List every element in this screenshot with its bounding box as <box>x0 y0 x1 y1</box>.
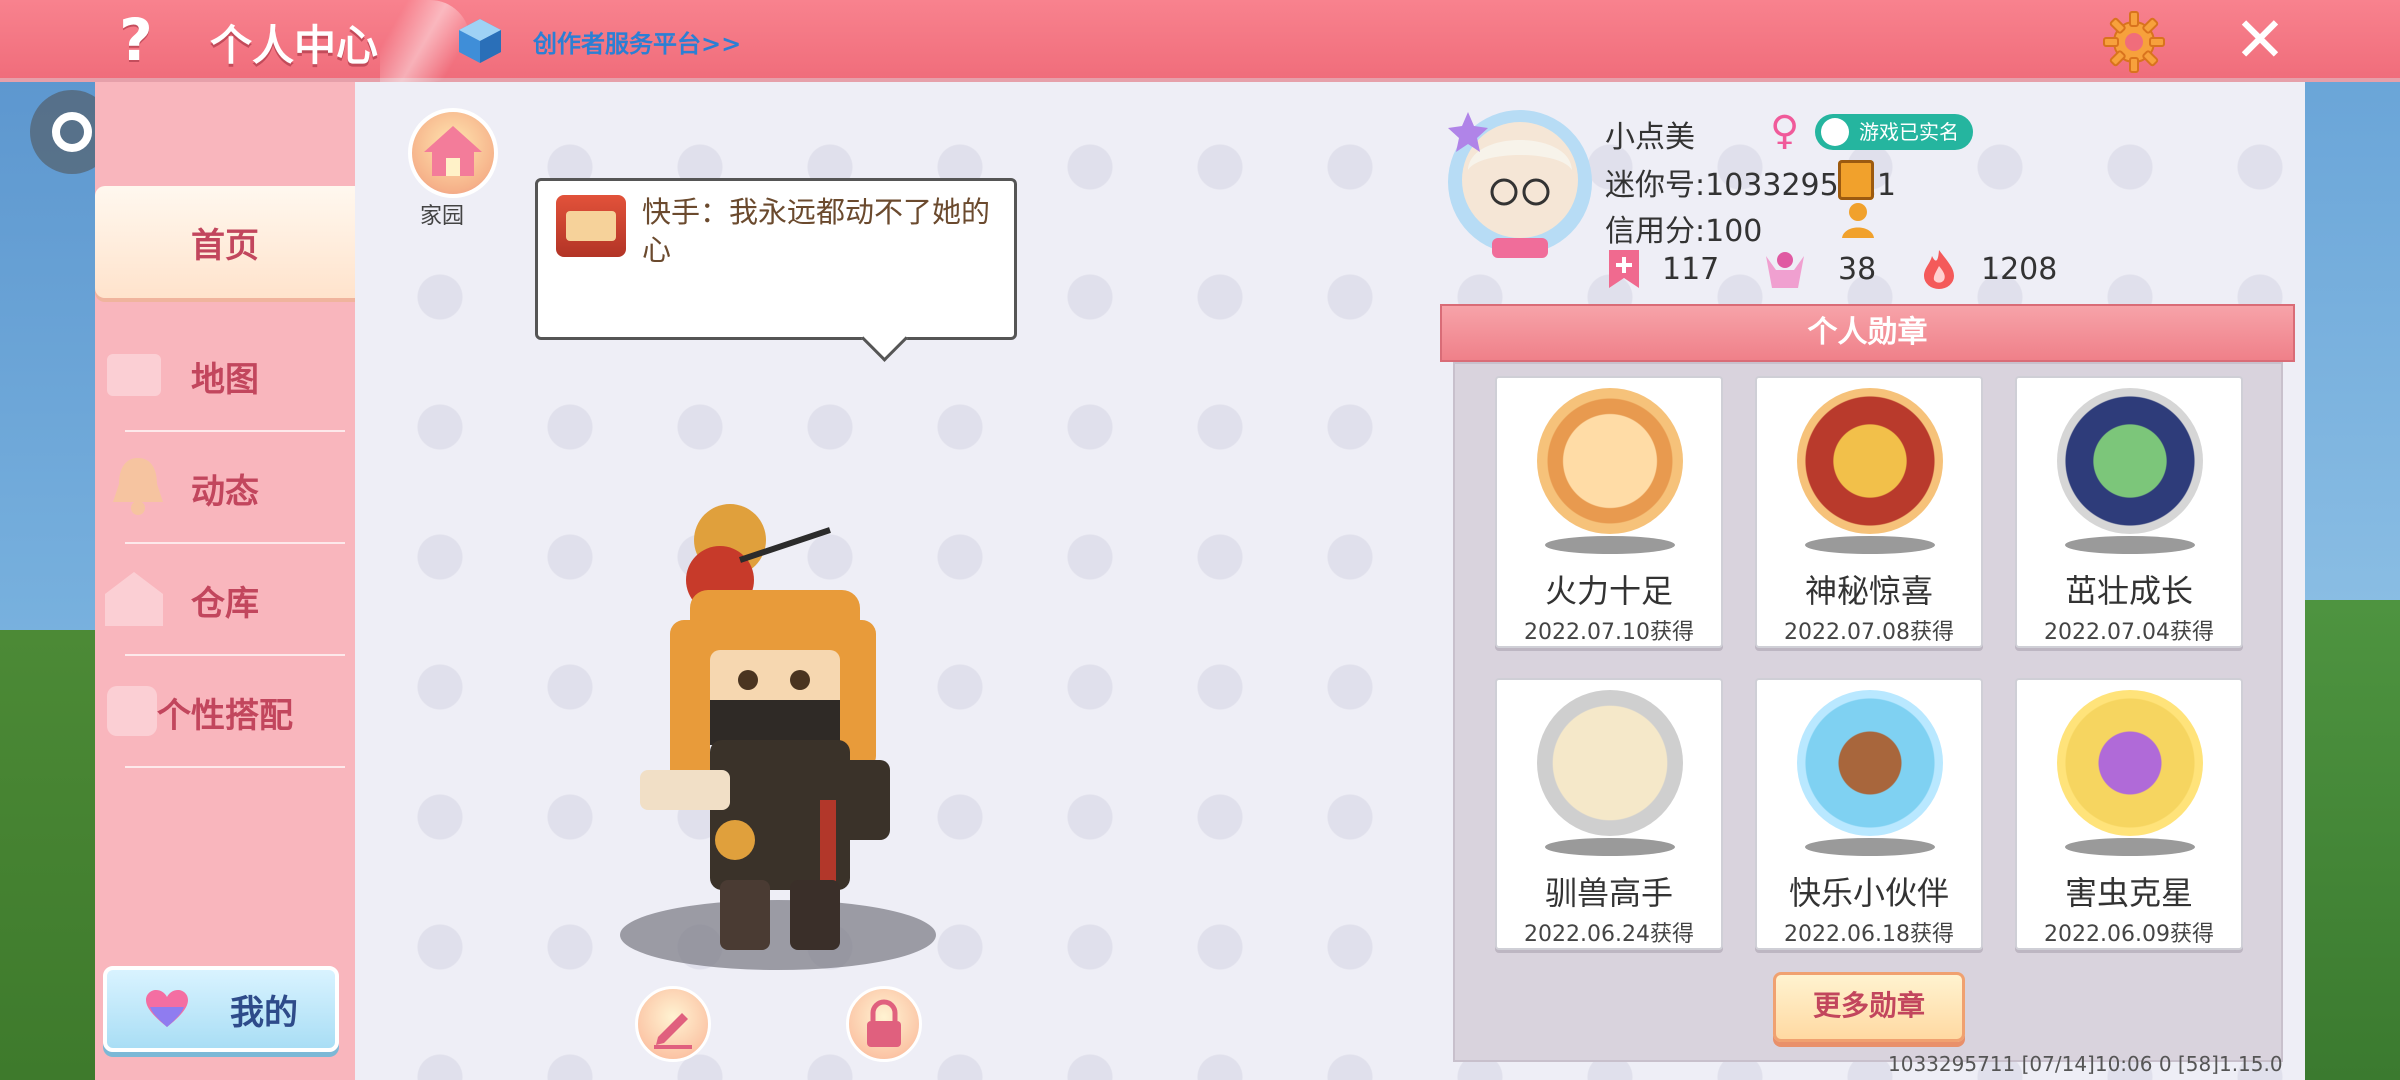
medal-card[interactable]: 快乐小伙伴 2022.06.18获得 <box>1755 678 1983 950</box>
medal-base <box>1545 838 1675 856</box>
sidebar-item-label: 地图 <box>191 359 259 400</box>
medal-name: 火力十足 <box>1544 572 1673 610</box>
speech-bubble: 快手：我永远都动不了她的心 <box>535 178 1017 340</box>
copy-icon[interactable] <box>1838 160 1874 200</box>
sidebar-item-label: 首页 <box>191 225 259 266</box>
medal-card[interactable]: 害虫克星 2022.06.09获得 <box>2015 678 2243 950</box>
medal-base <box>1805 536 1935 554</box>
credit-score: 信用分:100 <box>1605 214 1763 249</box>
heart-icon <box>146 990 188 1027</box>
map-icon <box>107 354 161 396</box>
home-label: 家园 <box>420 204 465 229</box>
likes-count: 117 <box>1662 252 1720 287</box>
speech-text: 快手：我永远都动不了她的心 <box>642 195 991 267</box>
medal-card[interactable]: 驯兽高手 2022.06.24获得 <box>1495 678 1723 950</box>
footer-info: 1033295711 [07/14]10:06 0 [58]1.15.0 <box>1888 1052 2283 1076</box>
medal-base <box>1545 536 1675 554</box>
medal-date: 2022.07.04获得 <box>2044 620 2214 645</box>
mine-button[interactable]: 我的 <box>103 966 339 1052</box>
game-world-left <box>0 80 95 1080</box>
heat-count: 1208 <box>1981 252 2058 287</box>
medal-tamer-icon <box>1537 690 1683 836</box>
medal-growth-icon <box>2057 388 2203 534</box>
close-icon[interactable]: ✕ <box>2230 9 2290 72</box>
game-world-right <box>2305 80 2400 1080</box>
page-title: 个人中心 <box>210 21 379 70</box>
sidebar-item-label: 个性搭配 <box>157 695 293 736</box>
lock-button[interactable] <box>846 986 922 1062</box>
medal-date: 2022.06.24获得 <box>1524 922 1694 947</box>
verified-badge: 游戏已实名 <box>1815 114 1973 150</box>
medal-name: 快乐小伙伴 <box>1788 874 1949 912</box>
edit-button[interactable] <box>635 986 711 1062</box>
female-icon: ♀ <box>1770 108 1800 154</box>
flame-icon <box>1924 250 1954 289</box>
player-character[interactable] <box>620 500 940 970</box>
pencil-icon <box>654 1013 692 1049</box>
medal-base <box>2065 838 2195 856</box>
medal-gift-icon <box>1797 388 1943 534</box>
sidebar-item-feed[interactable]: 动态 <box>95 432 355 544</box>
sidebar-item-warehouse[interactable]: 仓库 <box>95 544 355 656</box>
cube-icon[interactable] <box>455 16 505 66</box>
sidebar-item-outfit[interactable]: 个性搭配 <box>95 656 355 768</box>
medal-bug-icon <box>2057 690 2203 836</box>
divider <box>125 766 345 768</box>
outfit-icon <box>107 686 157 736</box>
creator-platform-link[interactable]: 创作者服务平台>> <box>533 24 741 59</box>
medal-name: 茁壮成长 <box>2064 572 2193 610</box>
sidebar: 首页 地图 动态 仓库 个性搭配 我的 <box>95 82 355 1080</box>
bookmark-plus-icon <box>1609 250 1639 288</box>
house-icon <box>424 126 482 176</box>
mine-label: 我的 <box>230 992 298 1033</box>
medal-buddy-icon <box>1797 690 1943 836</box>
avatar[interactable] <box>1440 100 1600 265</box>
username: 小点美 <box>1605 120 1695 155</box>
fans-count: 38 <box>1838 252 1877 287</box>
sidebar-item-label: 动态 <box>191 471 259 512</box>
help-icon[interactable]: ? <box>110 10 162 70</box>
lock-icon <box>867 999 901 1047</box>
medal-base <box>1805 838 1935 856</box>
medal-date: 2022.06.09获得 <box>2044 922 2214 947</box>
home-button[interactable] <box>408 108 498 198</box>
fans-icon <box>1766 252 1804 288</box>
medal-date: 2022.07.08获得 <box>1784 620 1954 645</box>
medal-card[interactable]: 火力十足 2022.07.10获得 <box>1495 376 1723 648</box>
top-bar: ? 个人中心 创作者服务平台>> ✕ <box>0 0 2400 82</box>
medal-card[interactable]: 茁壮成长 2022.07.04获得 <box>2015 376 2243 648</box>
sidebar-item-label: 仓库 <box>191 583 259 624</box>
medal-date: 2022.06.18获得 <box>1784 922 1954 947</box>
medal-name: 驯兽高手 <box>1544 874 1673 912</box>
gear-icon[interactable] <box>2102 10 2166 74</box>
person-icon[interactable] <box>1840 200 1880 240</box>
medal-date: 2022.07.10获得 <box>1524 620 1694 645</box>
warehouse-icon <box>105 572 163 626</box>
more-medals-button[interactable]: 更多勋章 <box>1773 972 1965 1042</box>
medal-name: 神秘惊喜 <box>1804 572 1933 610</box>
sidebar-item-home[interactable]: 首页 <box>95 186 355 298</box>
medals-header: 个人勋章 <box>1440 304 2295 362</box>
sidebar-item-map[interactable]: 地图 <box>95 320 355 432</box>
bell-icon <box>113 458 163 515</box>
medal-fire-icon <box>1537 388 1683 534</box>
medal-card[interactable]: 神秘惊喜 2022.07.08获得 <box>1755 376 1983 648</box>
medal-name: 害虫克星 <box>2064 874 2193 912</box>
chat-avatar-icon <box>556 195 626 257</box>
medal-base <box>2065 536 2195 554</box>
